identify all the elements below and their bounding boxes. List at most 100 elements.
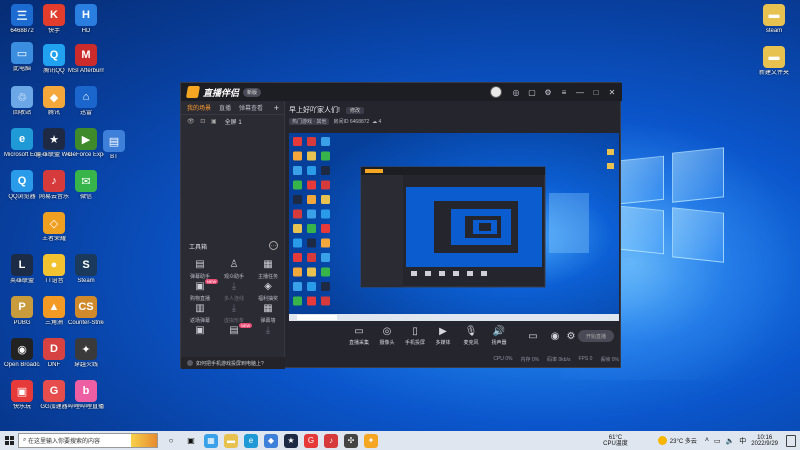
scene-item[interactable]: 👁 ⊡ ▣ 全屏 1 — [181, 115, 284, 127]
tool-multi-link[interactable]: ⤓ 多人连线 — [217, 281, 251, 302]
tool-live-tool[interactable]: ▤ NEW — [217, 323, 253, 337]
desktop-icon-label: 腾讯 — [47, 110, 60, 116]
message-icon[interactable]: ▢ — [526, 86, 538, 98]
desktop-icon[interactable]: G GG加速器 — [36, 380, 72, 411]
desktop-icon[interactable]: ♲ 回收站 — [4, 86, 40, 117]
tab-live[interactable]: 直播 — [219, 103, 231, 112]
desktop-icon[interactable]: Q 腾讯QQ — [36, 44, 72, 75]
desktop-icon[interactable]: Q QQ浏览器 — [4, 170, 40, 201]
desktop-icon[interactable]: H HD — [68, 4, 104, 35]
cortana-icon[interactable]: ○ — [164, 434, 178, 448]
chevron-up-icon[interactable]: ˄ — [705, 437, 709, 444]
mic-button[interactable]: 🎙 麦克风 — [457, 326, 485, 346]
phone-cast-button[interactable]: ▯ 手机投屏 — [401, 326, 429, 346]
desktop-icon[interactable]: ▬ 新建文件夹 — [756, 46, 792, 77]
headset-icon[interactable]: ◎ — [510, 86, 522, 98]
cpu-temp[interactable]: 61°C CPU温度 — [603, 435, 628, 447]
clock[interactable]: 10:16 2022/9/29 — [751, 435, 778, 447]
live-companion-taskbar-icon[interactable]: ✦ — [364, 433, 378, 448]
desktop-icon[interactable]: ▲ 三角洲 — [36, 296, 72, 327]
capture-button[interactable]: ▭ 直播采集 — [345, 326, 373, 346]
desktop-icon[interactable]: ▬ steam — [756, 4, 792, 35]
taskbar-search[interactable]: ⌕ 在这里输入你要搜索的内容 — [18, 433, 158, 448]
tool-download-tool[interactable]: ⤓ — [251, 325, 285, 337]
desktop-icon[interactable]: P PUBG — [4, 296, 40, 327]
desktop-icon[interactable]: K 快手 — [36, 4, 72, 35]
task-view-icon[interactable]: ▣ — [184, 434, 198, 448]
volume-icon[interactable]: 🔈 — [726, 437, 735, 445]
widgets-icon[interactable]: ▦ — [204, 433, 218, 448]
netease-taskbar-icon[interactable]: ♪ — [324, 433, 338, 448]
network-icon[interactable]: ▭ — [714, 437, 721, 445]
desktop-icon[interactable]: ▶ GeForce Experience — [68, 128, 104, 159]
tool-shop[interactable]: ▣ 购物直播 NEW — [183, 279, 219, 302]
maximize-icon[interactable]: □ — [590, 86, 602, 98]
add-scene-icon[interactable]: + — [274, 103, 279, 113]
desktop-icon[interactable]: L 英雄联盟 — [4, 254, 40, 285]
gg-taskbar-icon[interactable]: G — [304, 433, 318, 448]
desktop-icon[interactable]: ● TT语音 — [36, 254, 72, 285]
desktop-icon[interactable]: S Steam — [68, 254, 104, 285]
desktop-icon[interactable]: ✦ 穿越火线 — [68, 338, 104, 369]
visibility-icon[interactable]: 👁 ⊡ ▣ — [187, 118, 219, 125]
taskbar: ⌕ 在这里输入你要搜索的内容 ○ ▣ ▦ ▬ e ◆ ★ G ♪ ✣ ✦ 61°… — [0, 431, 800, 450]
media-button[interactable]: ▶ 多媒体 — [429, 326, 457, 346]
tool-label: 多人连线 — [223, 296, 244, 302]
desktop-icon[interactable]: ✉ 微信 — [68, 170, 104, 201]
tool-viewer[interactable]: ♙ 观众助手 — [217, 259, 251, 280]
desktop-icon[interactable]: e Microsoft Edge — [4, 128, 40, 159]
start-live-button[interactable]: 开始直播 — [578, 330, 614, 342]
user-avatar[interactable] — [490, 86, 502, 98]
tool-avatar[interactable]: ⤓ 虚拟形象 — [217, 303, 251, 324]
edge-taskbar-icon[interactable]: e — [244, 433, 258, 448]
notification-icon[interactable] — [786, 434, 796, 447]
game-taskbar-icon[interactable]: ★ — [284, 433, 298, 448]
tool-replay[interactable]: ▥ 返场弹幕 — [183, 303, 217, 324]
desktop-icon[interactable]: ⌂ 迅雷 — [68, 86, 104, 117]
capture-icon: ▭ — [354, 326, 364, 337]
tab-barrage[interactable]: 弹幕查看 — [239, 103, 263, 112]
desktop-icon[interactable]: ◆ 腾讯 — [36, 86, 72, 117]
desktop-icon[interactable]: ▣ 快乐玩 — [4, 380, 40, 411]
desktop-icon[interactable]: b 哔哩哔哩直播 — [68, 380, 104, 411]
desktop-icon[interactable]: ▭ 此电脑 — [4, 42, 40, 73]
more-icon[interactable]: … — [269, 241, 278, 250]
live-preview[interactable] — [289, 133, 619, 321]
tool-lottery[interactable]: ◈ 福利抽奖 — [251, 281, 285, 302]
desktop-icon[interactable]: 三 6468872 — [4, 4, 40, 35]
desktop-icon[interactable]: ◇ 王者荣耀 — [36, 212, 72, 243]
weather[interactable]: 23°C 多云 — [657, 436, 697, 445]
help-tip-text: 如何把手机游戏投屏到电脑上? — [196, 360, 264, 367]
tab-my-scenes[interactable]: 我的场景 — [187, 103, 211, 112]
edit-title-button[interactable]: 修改 — [345, 106, 364, 114]
minimize-icon[interactable]: — — [574, 86, 586, 98]
room-category[interactable]: 热门游戏 · 其他 — [289, 118, 330, 125]
desktop-icon[interactable]: ♪ 网易云音乐 — [36, 170, 72, 201]
desktop-icon[interactable]: ★ 英雄联盟 WeGame版 — [36, 128, 72, 159]
speaker-button[interactable]: 🔊 扬声器 — [485, 326, 513, 346]
tool-barrage[interactable]: ▤ 弹幕助手 — [183, 259, 217, 280]
help-tip[interactable]: 如何把手机游戏投屏到电脑上? — [181, 357, 285, 369]
tool-camera-tool[interactable]: ▣ — [183, 325, 217, 337]
settings-icon[interactable]: ⚙ — [542, 86, 554, 98]
desktop-icon[interactable]: D DNF — [36, 338, 72, 369]
close-icon[interactable]: ✕ — [606, 86, 618, 98]
desktop-icon[interactable]: M MSI Afterburner — [68, 44, 104, 75]
menu-icon[interactable]: ≡ — [558, 86, 570, 98]
title-bar[interactable]: 直播伴侣 新版 ◎ ▢ ⚙ ≡ — □ ✕ — [181, 83, 622, 101]
store-taskbar-icon[interactable]: ◆ — [264, 433, 278, 448]
camera-button[interactable]: ◎ 摄像头 — [373, 326, 401, 346]
tool-task[interactable]: ▦ 主播任务 — [251, 259, 285, 280]
eye-icon[interactable]: ◉ — [547, 331, 563, 342]
fan-taskbar-icon[interactable]: ✣ — [344, 433, 358, 448]
gear-icon[interactable]: ⚙ — [563, 331, 579, 342]
desktop-icon[interactable]: ◉ Open Broadcaster — [4, 338, 40, 369]
record-icon[interactable]: ▭ — [519, 331, 547, 342]
explorer-icon[interactable]: ▬ — [224, 433, 238, 448]
desktop-icon-label: 迅雷 — [79, 110, 92, 116]
tool-wall[interactable]: ▦ 弹幕墙 — [251, 303, 285, 324]
bilibili-icon: b — [75, 380, 97, 402]
ime-indicator[interactable]: 中 — [739, 436, 746, 446]
desktop-icon[interactable]: CS Counter-Strike — [68, 296, 104, 327]
start-button[interactable] — [0, 431, 18, 450]
